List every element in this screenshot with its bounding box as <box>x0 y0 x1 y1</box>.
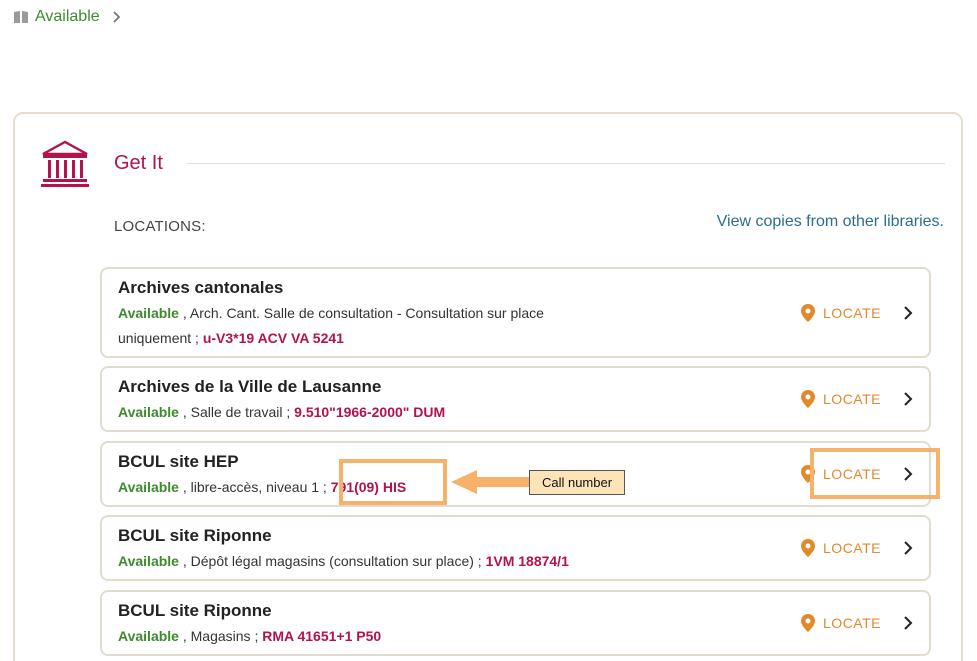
location-info: Available , Magasins ; RMA 41651+1 P50 <box>118 624 798 649</box>
separator: ; <box>191 330 203 346</box>
locate-button[interactable]: LOCATE <box>801 539 881 557</box>
availability-status: Available <box>118 305 179 321</box>
location-detail: libre-accès, niveau 1 <box>190 479 320 495</box>
call-number: u-V3*19 ACV VA 5241 <box>202 330 344 346</box>
location-detail: Salle de travail <box>190 404 283 420</box>
locations-label: LOCATIONS: <box>114 218 206 235</box>
location-pin-icon <box>801 614 816 632</box>
chevron-right-icon[interactable] <box>903 392 913 406</box>
location-detail: Magasins <box>190 628 251 644</box>
chevron-right-icon <box>113 11 120 23</box>
call-number: 1VM 18874/1 <box>485 553 569 569</box>
location-detail: Dépôt légal magasins (consultation sur p… <box>190 553 474 569</box>
separator: ; <box>282 404 295 420</box>
locate-label: LOCATE <box>823 391 881 407</box>
location-name: Archives de la Ville de Lausanne <box>118 377 382 396</box>
location-pin-icon <box>801 539 816 557</box>
locate-button[interactable]: LOCATE <box>801 614 881 632</box>
location-info: Available , Arch. Cant. Salle de consult… <box>118 301 588 351</box>
title-divider <box>187 163 945 164</box>
separator: , <box>178 628 191 644</box>
separator: , <box>178 553 191 569</box>
location-info: Available , Dépôt légal magasins (consul… <box>118 549 798 574</box>
locate-label: LOCATE <box>823 540 881 556</box>
separator: ; <box>250 628 263 644</box>
chevron-right-icon[interactable] <box>903 305 913 320</box>
separator: , <box>178 479 191 495</box>
location-info: Available , Salle de travail ; 9.510"196… <box>118 400 798 425</box>
locate-label: LOCATE <box>823 304 881 321</box>
separator: , <box>178 404 191 420</box>
callout-arrow-icon <box>451 470 529 494</box>
separator: ; <box>473 553 486 569</box>
locate-button[interactable]: LOCATE <box>801 303 881 322</box>
view-copies-link[interactable]: View copies from other libraries. <box>717 213 944 231</box>
book-icon <box>14 11 28 23</box>
location-pin-icon <box>801 303 816 322</box>
availability-status: Available <box>35 8 100 25</box>
availability-status: Available <box>118 628 179 644</box>
locate-button[interactable]: LOCATE <box>801 390 881 408</box>
availability-status: Available <box>118 553 179 569</box>
availability-link[interactable]: Available <box>13 7 122 27</box>
call-number: RMA 41651+1 P50 <box>262 628 382 644</box>
location-item[interactable]: BCUL site Riponne Available , Magasins ;… <box>100 590 931 656</box>
availability-status: Available <box>118 404 179 420</box>
separator: , <box>178 305 190 321</box>
location-item[interactable]: Archives cantonales Available , Arch. Ca… <box>100 267 931 358</box>
separator: ; <box>319 479 331 495</box>
institution-icon <box>41 140 89 187</box>
location-pin-icon <box>801 390 816 408</box>
get-it-title: Get It <box>114 152 163 174</box>
location-name: BCUL site Riponne <box>118 526 272 545</box>
call-number-highlight <box>339 459 447 505</box>
availability-status: Available <box>118 479 179 495</box>
location-item[interactable]: BCUL site Riponne Available , Dépôt léga… <box>100 515 931 581</box>
location-name: BCUL site HEP <box>118 452 239 471</box>
call-number: 9.510"1966-2000" DUM <box>294 404 446 420</box>
call-number-callout: Call number <box>529 470 625 495</box>
locate-highlight <box>810 448 940 499</box>
location-item[interactable]: Archives de la Ville de Lausanne Availab… <box>100 366 931 432</box>
location-name: Archives cantonales <box>118 278 284 297</box>
chevron-right-icon[interactable] <box>903 541 913 555</box>
location-name: BCUL site Riponne <box>118 601 272 620</box>
locate-label: LOCATE <box>823 615 881 631</box>
chevron-right-icon[interactable] <box>903 616 913 630</box>
